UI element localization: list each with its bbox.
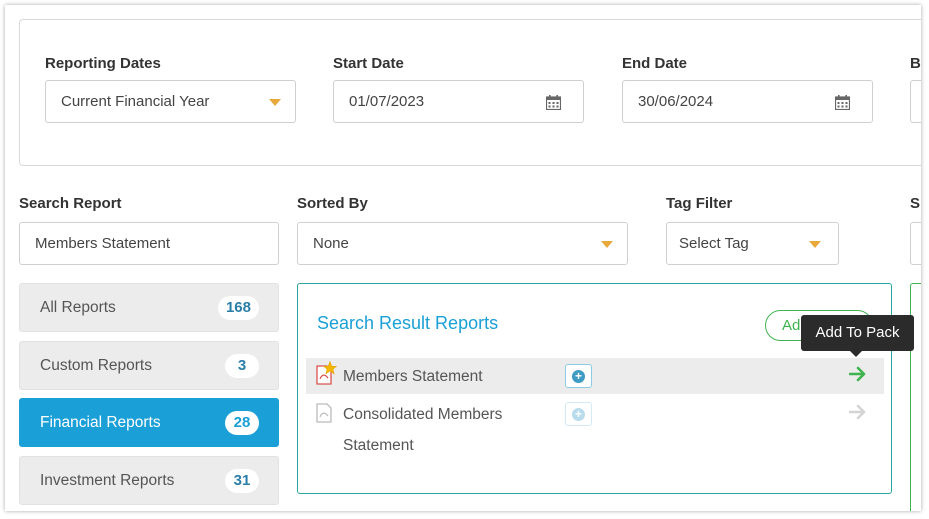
app-frame: Reporting Dates Current Financial Year S… <box>5 5 921 511</box>
add-report-button[interactable]: + <box>565 402 592 426</box>
tooltip: Add To Pack <box>801 315 914 357</box>
search-report-label: Search Report <box>19 195 122 212</box>
report-name-line1: Consolidated Members <box>343 406 503 423</box>
cutoff-label-s: S <box>910 195 921 212</box>
plus-icon: + <box>572 370 585 383</box>
count-badge: 28 <box>225 411 259 435</box>
sidebar-item-financial-reports[interactable]: Financial Reports 28 <box>19 398 279 447</box>
sorted-by-select[interactable]: None <box>297 222 628 265</box>
tag-filter-label: Tag Filter <box>666 195 733 212</box>
tag-filter-select[interactable]: Select Tag <box>666 222 839 265</box>
start-date-label: Start Date <box>333 55 404 72</box>
star-icon <box>323 361 337 375</box>
sidebar-item-all-reports[interactable]: All Reports 168 <box>19 283 279 332</box>
chevron-down-icon <box>601 241 613 248</box>
pdf-icon <box>316 403 332 423</box>
sidebar-item-custom-reports[interactable]: Custom Reports 3 <box>19 341 279 390</box>
sidebar-item-label: All Reports <box>40 299 116 316</box>
reporting-dates-select[interactable]: Current Financial Year <box>45 80 296 123</box>
end-date-field[interactable]: 30/06/2024 <box>622 80 873 123</box>
reporting-dates-label: Reporting Dates <box>45 55 161 72</box>
cutoff-label-b: B <box>910 55 921 72</box>
cutoff-field[interactable] <box>910 80 921 123</box>
end-date-value: 30/06/2024 <box>638 93 714 110</box>
count-badge: 168 <box>217 296 259 320</box>
search-report-input[interactable]: Members Statement <box>19 222 279 265</box>
sidebar-item-label: Custom Reports <box>40 357 152 374</box>
calendar-icon[interactable] <box>835 95 850 110</box>
start-date-value: 01/07/2023 <box>349 93 425 110</box>
arrow-right-icon[interactable] <box>849 366 867 382</box>
sidebar-item-label: Financial Reports <box>40 414 161 431</box>
arrow-right-icon[interactable] <box>849 404 867 420</box>
sidebar-item-label: Investment Reports <box>40 472 175 489</box>
end-date-label: End Date <box>622 55 688 72</box>
results-title: Search Result Reports <box>317 313 499 333</box>
reporting-dates-value: Current Financial Year <box>61 93 210 110</box>
reporting-panel: Reporting Dates Current Financial Year S… <box>19 19 921 166</box>
chevron-down-icon <box>269 99 281 106</box>
sorted-by-label: Sorted By <box>297 195 368 212</box>
list-item[interactable]: Members Statement + <box>306 358 884 394</box>
add-report-button[interactable]: + <box>565 364 592 388</box>
plus-icon: + <box>572 408 585 421</box>
tag-filter-value: Select Tag <box>679 235 749 252</box>
count-badge: 3 <box>225 354 259 378</box>
report-name-line2: Statement <box>343 437 414 454</box>
start-date-field[interactable]: 01/07/2023 <box>333 80 584 123</box>
sidebar-item-investment-reports[interactable]: Investment Reports 31 <box>19 456 279 505</box>
calendar-icon[interactable] <box>546 95 561 110</box>
list-item[interactable]: Consolidated Members Statement + <box>306 396 884 460</box>
tooltip-arrow <box>849 350 863 357</box>
cutoff-field-2[interactable] <box>910 222 921 265</box>
search-report-value: Members Statement <box>35 235 171 252</box>
chevron-down-icon <box>809 241 821 248</box>
tooltip-text: Add To Pack <box>815 324 900 341</box>
sorted-by-value: None <box>313 235 349 252</box>
report-name: Members Statement <box>343 368 483 385</box>
count-badge: 31 <box>225 469 259 493</box>
